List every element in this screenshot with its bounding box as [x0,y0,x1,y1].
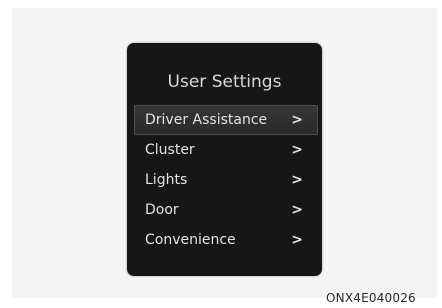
menu-item-cluster[interactable]: Cluster > [134,135,318,165]
cluster-display: User Settings Driver Assistance > Cluste… [127,43,322,276]
menu-item-label: Lights [145,172,188,188]
menu-item-door[interactable]: Door > [134,195,318,225]
menu-item-lights[interactable]: Lights > [134,165,318,195]
menu-item-label: Cluster [145,142,195,158]
chevron-right-icon: > [291,112,303,128]
menu-item-driver-assistance[interactable]: Driver Assistance > [134,105,318,135]
figure-code: ONX4E040026 [326,291,416,305]
chevron-right-icon: > [291,232,303,248]
menu-item-label: Convenience [145,232,236,248]
chevron-right-icon: > [291,142,303,158]
chevron-right-icon: > [291,202,303,218]
settings-menu: Driver Assistance > Cluster > Lights > D… [134,105,318,255]
menu-title: User Settings [167,72,282,92]
chevron-right-icon: > [291,172,303,188]
menu-item-convenience[interactable]: Convenience > [134,225,318,255]
menu-item-label: Driver Assistance [145,112,268,128]
menu-item-label: Door [145,202,179,218]
